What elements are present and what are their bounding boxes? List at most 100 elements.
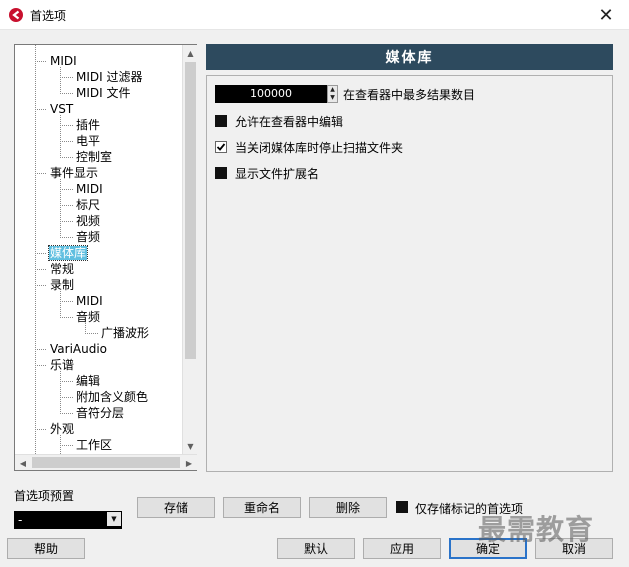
tree-item[interactable]: 外观 [49,421,75,437]
default-button[interactable]: 默认 [277,538,355,559]
tree-item[interactable]: MIDI [75,293,104,309]
tree-connector [85,333,98,334]
tree-item[interactable]: 事件显示 [49,165,99,181]
tree-item[interactable]: 广播波形 [100,325,150,341]
tree-connector [60,189,73,190]
delete-button[interactable]: 删除 [309,497,387,518]
tree-item-label: 音频 [76,230,101,244]
tree-item[interactable]: VST [49,101,74,117]
max-results-input[interactable]: 100000 [215,85,327,103]
media-bay-settings-panel: 100000 ▲ ▼ 在查看器中最多结果数目 允许在查看器中编辑 当关闭媒体库时… [206,75,613,472]
tree-item[interactable]: 控制室 [75,149,113,165]
tree-item[interactable]: 音符分层 [75,405,125,421]
tree-item[interactable]: 标尺 [75,197,101,213]
tree-connector [60,291,61,318]
scroll-up-icon[interactable]: ▲ [183,45,198,61]
stop-scan-checkbox[interactable] [215,141,227,153]
allow-edit-option[interactable]: 允许在查看器中编辑 [215,113,343,129]
tree-item-label: 广播波形 [101,326,150,340]
tree-item-label: MIDI [50,54,77,68]
tree-item-label: VST [50,102,74,116]
tree-item[interactable]: MIDI [75,181,104,197]
tree-connector [60,205,73,206]
tree-item[interactable]: 常规 [49,261,75,277]
tree-item[interactable]: MIDI [49,53,78,69]
scroll-left-icon[interactable]: ◀ [15,455,31,471]
tree-item[interactable]: 插件 [75,117,101,133]
max-results-spinner[interactable]: ▲ ▼ [327,85,338,103]
tree-connector [35,109,47,110]
tree-item[interactable]: 电平 [75,133,101,149]
stop-scan-option[interactable]: 当关闭媒体库时停止扫描文件夹 [215,139,403,155]
tree-connector [60,301,73,302]
tree-item-label: MIDI [76,182,103,196]
tree-connector [60,371,61,414]
tree-item[interactable]: VariAudio [49,341,108,357]
tree-connector [60,115,61,158]
tree-connector [35,429,47,430]
tree-item-label: 媒体库 [47,245,89,261]
tree-item[interactable]: 乐谱 [49,357,75,373]
tree-item[interactable]: MIDI 文件 [75,85,132,101]
help-button[interactable]: 帮助 [7,538,85,559]
apply-button[interactable]: 应用 [363,538,441,559]
tree-item[interactable]: MIDI 过滤器 [75,69,144,85]
tree-item-label: 视频 [76,214,101,228]
preset-selected-value: - [18,513,23,527]
tree-item[interactable]: 编辑 [75,373,101,389]
tree-horizontal-scrollbar[interactable]: ◀ ▶ [15,454,197,470]
tree-connector [60,93,73,94]
max-results-label: 在查看器中最多结果数目 [343,88,476,102]
tree-item-label: 录制 [50,278,75,292]
tree-connector [35,285,47,286]
tree-item-label: VariAudio [50,342,108,356]
tree-item[interactable]: 音频 [75,309,101,325]
tree-item-label: 事件显示 [50,166,99,180]
vertical-scroll-thumb[interactable] [185,62,196,359]
tree-connector [60,237,73,238]
tree-connector [60,157,73,158]
spin-up-icon[interactable]: ▲ [328,86,337,94]
tree-item-label: MIDI 文件 [76,86,131,100]
store-marked-only-checkbox[interactable] [396,501,408,513]
allow-edit-label: 允许在查看器中编辑 [235,114,344,129]
scroll-down-icon[interactable]: ▼ [183,438,198,454]
allow-edit-checkbox[interactable] [215,115,227,127]
tree-connector [35,173,47,174]
horizontal-scroll-thumb[interactable] [32,457,180,468]
tree-vertical-scrollbar[interactable]: ▲ ▼ [182,45,197,454]
tree-item[interactable]: 视频 [75,213,101,229]
tree-connector [60,67,61,94]
tree-connector [60,445,73,446]
tree-item[interactable]: 媒体库 [47,245,89,261]
cubase-logo-icon [9,8,23,22]
tree-item-label: 工作区 [76,438,113,452]
tree-item-label: 控制室 [76,150,113,164]
store-button[interactable]: 存储 [137,497,215,518]
show-extensions-option[interactable]: 显示文件扩展名 [215,165,319,181]
tree-connector [60,179,61,238]
tree-item-label: 音符分层 [76,406,125,420]
preset-label: 首选项预置 [14,489,75,503]
tree-connector [60,317,73,318]
dropdown-arrow-icon[interactable]: ▼ [107,512,121,526]
tree-item-label: 编辑 [76,374,101,388]
rename-button[interactable]: 重命名 [223,497,301,518]
show-extensions-checkbox[interactable] [215,167,227,179]
tree-item[interactable]: 录制 [49,277,75,293]
preferences-tree-panel: MIDI MIDI 过滤器 MIDI 文件 VST 插件 电平 控制室 事件显示 MIDI 标尺视… [14,44,197,471]
tree-item[interactable]: 音频 [75,229,101,245]
tree-item[interactable]: 工作区 [75,437,113,453]
tree-connector [85,323,86,334]
close-icon: ✕ [598,4,614,26]
tree-connector [35,61,47,62]
preset-select[interactable]: - ▼ [14,511,122,529]
tree-item-label: 标尺 [76,198,101,212]
watermark: 最需教育 [478,513,595,546]
preferences-tree[interactable]: MIDI MIDI 过滤器 MIDI 文件 VST 插件 电平 控制室 事件显示 MIDI 标尺视… [15,45,182,454]
tree-connector [35,45,36,454]
spin-down-icon[interactable]: ▼ [328,94,337,102]
scroll-right-icon[interactable]: ▶ [181,455,197,471]
close-button[interactable]: ✕ [583,0,629,30]
tree-item[interactable]: 附加含义颜色 [75,389,149,405]
